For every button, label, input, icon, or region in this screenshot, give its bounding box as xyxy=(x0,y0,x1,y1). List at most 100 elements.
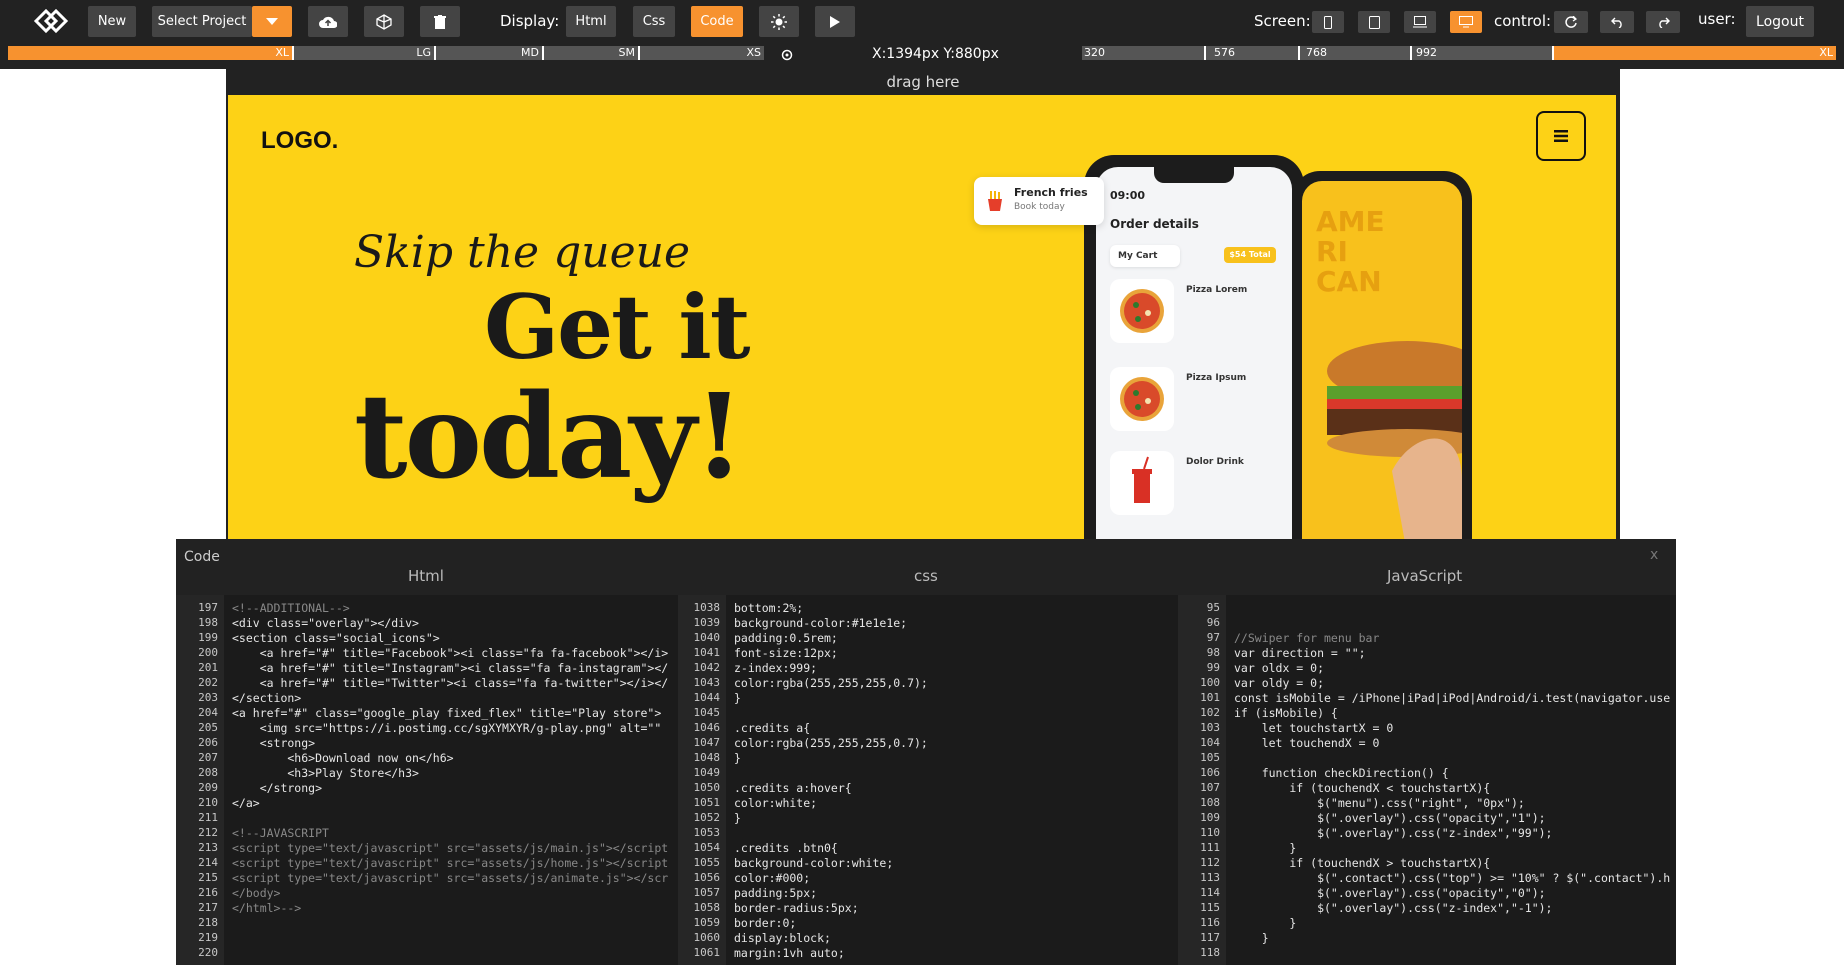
code-line[interactable]: z-index:999; xyxy=(734,661,817,675)
code-line[interactable]: .credits a:hover{ xyxy=(734,781,852,795)
close-code-button[interactable]: x xyxy=(1650,547,1658,563)
code-line[interactable]: if (isMobile) { xyxy=(1234,706,1338,720)
code-line[interactable]: <div class="overlay"></div> xyxy=(232,616,419,630)
code-line[interactable]: $(".overlay").css("z-index","99"); xyxy=(1234,826,1552,840)
code-line[interactable]: } xyxy=(1234,841,1296,855)
hamburger-menu-button[interactable] xyxy=(1536,111,1586,161)
code-line[interactable]: var oldx = 0; xyxy=(1234,661,1324,675)
new-button[interactable]: New xyxy=(88,6,136,37)
code-line[interactable]: let touchendX = 0 xyxy=(1234,736,1380,750)
line-number: 1038 xyxy=(693,601,721,614)
ruler-lg-segment[interactable]: LG xyxy=(294,46,434,60)
code-line[interactable]: color:rgba(255,255,255,0.7); xyxy=(734,736,928,750)
ruler-xs-segment[interactable]: XS xyxy=(640,46,764,60)
code-line[interactable]: margin:1vh auto; xyxy=(734,946,845,960)
select-project-dropdown[interactable]: Select Project xyxy=(152,6,252,37)
code-line[interactable]: </section> xyxy=(232,691,301,705)
code-line[interactable]: <h3>Play Store</h3> xyxy=(232,766,419,780)
code-line[interactable]: color:rgba(255,255,255,0.7); xyxy=(734,676,928,690)
code-line[interactable]: </html>--> xyxy=(232,901,301,915)
code-line[interactable]: </a> xyxy=(232,796,260,810)
code-line[interactable]: <strong> xyxy=(232,736,315,750)
code-line[interactable]: .credits a{ xyxy=(734,721,810,735)
project-dropdown-toggle[interactable] xyxy=(252,6,292,37)
ruler-sm-segment[interactable]: SM xyxy=(544,46,638,60)
code-line[interactable]: padding:5px; xyxy=(734,886,817,900)
code-line[interactable]: var oldy = 0; xyxy=(1234,676,1324,690)
code-line[interactable]: <script type="text/javascript" src="asse… xyxy=(232,856,668,870)
code-line[interactable]: } xyxy=(1234,916,1296,930)
line-number: 100 xyxy=(1200,676,1220,689)
french-fries-card[interactable]: French fries Book today xyxy=(974,177,1104,225)
ruler-xl-segment[interactable]: XL xyxy=(8,46,292,60)
html-code-editor[interactable]: 197 <!--ADDITIONAL--> 198 <div class="overl… xyxy=(176,595,676,965)
run-button[interactable] xyxy=(815,6,855,37)
display-html-button[interactable]: Html xyxy=(566,6,616,37)
code-line[interactable]: } xyxy=(734,691,741,705)
code-line[interactable]: display:block; xyxy=(734,931,831,945)
screen-tablet-button[interactable] xyxy=(1358,11,1390,33)
display-code-button[interactable]: Code xyxy=(691,6,743,37)
code-line[interactable]: <img src="https://i.postimg.cc/sgXYMXYR/… xyxy=(232,721,662,735)
screen-mobile-button[interactable] xyxy=(1312,11,1344,33)
app-logo-icon[interactable] xyxy=(32,6,70,36)
code-line[interactable]: <!--ADDITIONAL--> xyxy=(232,601,350,615)
code-line[interactable]: $(".overlay").css("opacity","1"); xyxy=(1234,811,1545,825)
code-line[interactable]: $(".contact").css("top") >= "10%" ? $(".… xyxy=(1234,871,1670,885)
ruler-settings-icon[interactable] xyxy=(780,47,794,61)
code-line[interactable]: <!--JAVASCRIPT xyxy=(232,826,329,840)
redo-button[interactable] xyxy=(1646,11,1680,33)
code-line[interactable]: } xyxy=(1234,931,1269,945)
code-line[interactable]: </strong> xyxy=(232,781,322,795)
code-line[interactable]: <a href="#" class="google_play fixed_fle… xyxy=(232,706,661,720)
undo-button[interactable] xyxy=(1600,11,1634,33)
code-line[interactable]: let touchstartX = 0 xyxy=(1234,721,1394,735)
code-line[interactable]: <script type="text/javascript" src="asse… xyxy=(232,871,668,885)
logout-button[interactable]: Logout xyxy=(1746,6,1814,37)
code-line[interactable]: background-color:white; xyxy=(734,856,893,870)
css-code-editor[interactable]: 1038 bottom:2%; 1039 background-color:#1e1e… xyxy=(678,595,1176,965)
code-line[interactable]: //Swiper for menu bar xyxy=(1234,631,1379,645)
code-line[interactable]: background-color:#1e1e1e; xyxy=(734,616,907,630)
code-line[interactable]: border:0; xyxy=(734,916,796,930)
code-line[interactable]: .credits .btn0{ xyxy=(734,841,838,855)
js-code-editor[interactable]: 95 96 97 //Swiper for menu bar 98 var directi… xyxy=(1178,595,1676,965)
code-line[interactable]: color:white; xyxy=(734,796,817,810)
screen-laptop-button[interactable] xyxy=(1404,11,1436,33)
code-line[interactable]: <a href="#" title="Facebook"><i class="f… xyxy=(232,646,669,660)
code-line[interactable]: </body> xyxy=(232,886,280,900)
code-line[interactable]: border-radius:5px; xyxy=(734,901,859,915)
code-line[interactable]: padding:0.5rem; xyxy=(734,631,838,645)
code-line[interactable]: $(".overlay").css("z-index","-1"); xyxy=(1234,901,1552,915)
code-line[interactable]: <a href="#" title="Instagram"><i class="… xyxy=(232,661,669,675)
code-line[interactable]: if (touchendX > touchstartX){ xyxy=(1234,856,1490,870)
code-line[interactable]: function checkDirection() { xyxy=(1234,766,1449,780)
code-line[interactable]: if (touchendX < touchstartX){ xyxy=(1234,781,1490,795)
code-line[interactable]: font-size:12px; xyxy=(734,646,838,660)
components-button[interactable] xyxy=(364,6,404,37)
display-css-button[interactable]: Css xyxy=(633,6,675,37)
code-line[interactable]: $("menu").css("right", "0px"); xyxy=(1234,796,1525,810)
code-line[interactable]: color:#000; xyxy=(734,871,810,885)
code-line[interactable]: <h6>Download now on</h6> xyxy=(232,751,453,765)
delete-button[interactable] xyxy=(420,6,460,37)
code-line[interactable]: } xyxy=(734,751,741,765)
refresh-button[interactable] xyxy=(1554,11,1588,33)
code-line[interactable]: var direction = ""; xyxy=(1234,646,1366,660)
preview-canvas[interactable]: drag here LOGO. Skip the queue Get it to… xyxy=(226,69,1620,539)
code-line[interactable]: $(".overlay").css("opacity","0"); xyxy=(1234,886,1545,900)
ruler-md-segment[interactable]: MD xyxy=(436,46,542,60)
screen-desktop-button[interactable] xyxy=(1450,11,1482,33)
theme-toggle-button[interactable] xyxy=(759,6,799,37)
ruler-xl-right-segment[interactable]: XL xyxy=(1554,46,1836,60)
code-line[interactable]: <script type="text/javascript" src="asse… xyxy=(232,841,668,855)
cloud-upload-button[interactable] xyxy=(308,6,348,37)
code-line[interactable]: const isMobile = /iPhone|iPad|iPod|Andro… xyxy=(1234,691,1670,705)
code-line[interactable]: } xyxy=(734,811,741,825)
code-line[interactable]: bottom:2%; xyxy=(734,601,803,615)
site-logo[interactable]: LOGO. xyxy=(261,127,338,155)
code-line[interactable]: <section class="social_icons"> xyxy=(232,631,440,645)
code-line[interactable]: <a href="#" title="Twitter"><i class="fa… xyxy=(232,676,669,690)
drag-handle[interactable]: drag here xyxy=(226,69,1620,95)
line-number: 1041 xyxy=(693,646,721,659)
